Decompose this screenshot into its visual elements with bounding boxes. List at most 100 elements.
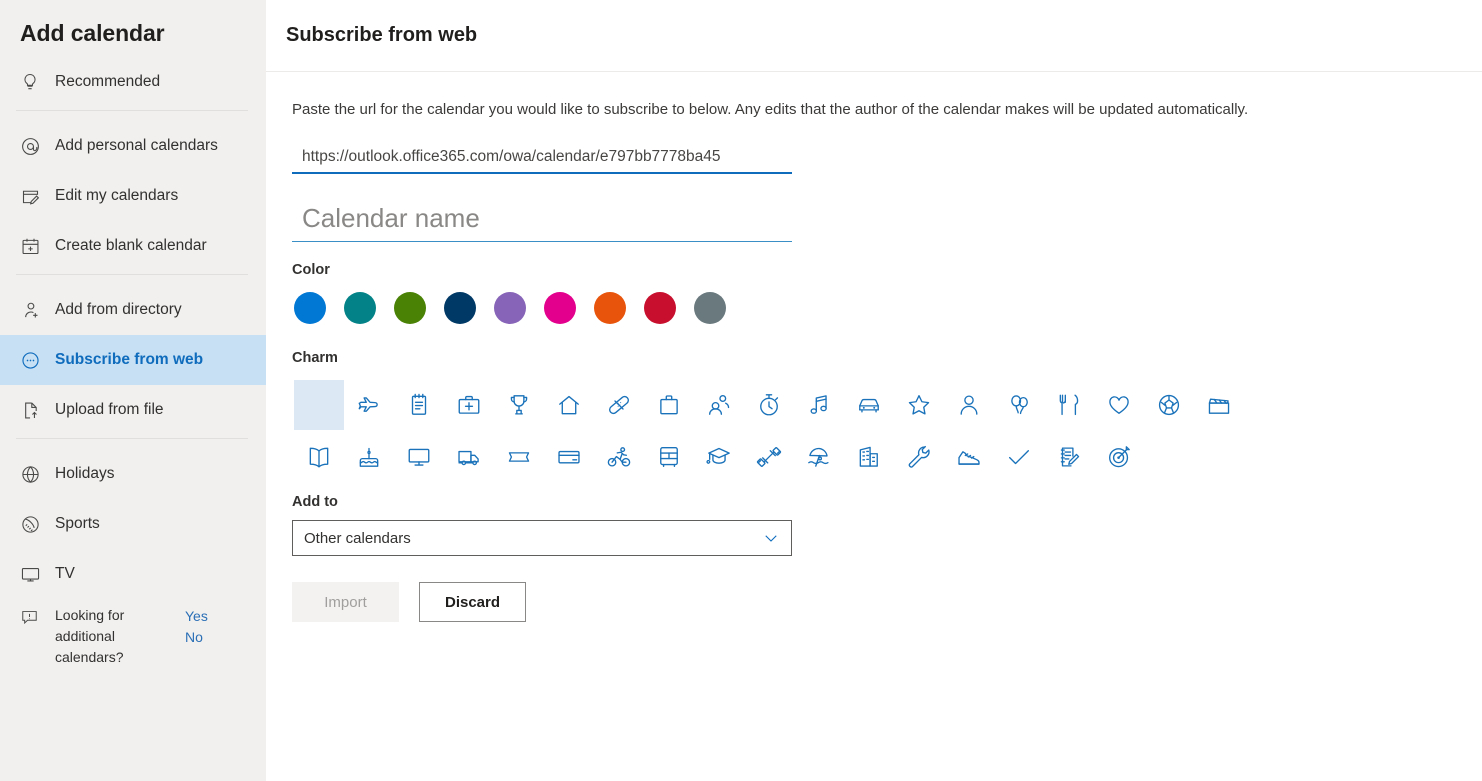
charm-cell-stopwatch-icon[interactable]	[744, 380, 794, 430]
sidebar-item-edit-my-calendars[interactable]: Edit my calendars	[0, 171, 266, 221]
nav-group-catalog: Holidays Sports TV	[0, 449, 266, 599]
charm-cell-fork-knife-icon[interactable]	[1044, 380, 1094, 430]
lightbulb-icon	[20, 71, 46, 93]
sidebar-item-label: Upload from file	[55, 401, 164, 418]
color-swatch-blue[interactable]	[294, 292, 326, 324]
charm-cell-star-icon[interactable]	[894, 380, 944, 430]
sports-ball-icon	[20, 513, 46, 535]
charm-cell-soccer-ball-icon[interactable]	[1144, 380, 1194, 430]
sidebar-divider-2	[16, 274, 248, 275]
sidebar-item-label: Holidays	[55, 465, 115, 482]
charm-cell-book-icon[interactable]	[294, 432, 344, 482]
sidebar-item-label: Add from directory	[55, 301, 182, 318]
feedback-icon	[20, 607, 46, 627]
feedback-prompt: Looking for additional calendars? Yes No	[0, 599, 266, 668]
sidebar-item-tv[interactable]: TV	[0, 549, 266, 599]
sidebar-item-label: Create blank calendar	[55, 237, 207, 254]
sidebar-item-subscribe-from-web[interactable]: Subscribe from web	[0, 335, 266, 385]
charm-cell-trophy-icon[interactable]	[494, 380, 544, 430]
charm-cell-dumbbell-icon[interactable]	[744, 432, 794, 482]
add-to-selected-value[interactable]: Other calendars	[292, 520, 792, 556]
feedback-links: Yes No	[185, 605, 208, 648]
intro-text: Paste the url for the calendar you would…	[292, 101, 1249, 118]
charm-section-label: Charm	[292, 350, 338, 366]
sidebar-item-holidays[interactable]: Holidays	[0, 449, 266, 499]
charm-cell-birthday-cake-icon[interactable]	[344, 432, 394, 482]
discard-button[interactable]: Discard	[419, 582, 526, 622]
color-swatch-navy[interactable]	[444, 292, 476, 324]
calendar-plus-icon	[20, 235, 46, 257]
at-sign-icon	[20, 135, 46, 157]
main-header: Subscribe from web	[266, 0, 1482, 72]
charm-cell-monitor-icon[interactable]	[394, 432, 444, 482]
charm-cell-target-icon[interactable]	[1094, 432, 1144, 482]
sidebar-divider-3	[16, 438, 248, 439]
color-section-label: Color	[292, 262, 330, 278]
color-swatch-red[interactable]	[644, 292, 676, 324]
feedback-yes-link[interactable]: Yes	[185, 606, 208, 627]
charm-cell-briefcase-icon[interactable]	[644, 380, 694, 430]
charm-cell-ticket-icon[interactable]	[494, 432, 544, 482]
sidebar-item-upload-from-file[interactable]: Upload from file	[0, 385, 266, 435]
color-swatch-green[interactable]	[394, 292, 426, 324]
charm-cell-people-icon[interactable]	[694, 380, 744, 430]
sidebar-item-label: Recommended	[55, 73, 161, 90]
charm-cell-beach-umbrella-icon[interactable]	[794, 432, 844, 482]
feedback-no-link[interactable]: No	[185, 627, 208, 648]
sidebar-item-label: Sports	[55, 515, 100, 532]
sidebar-item-add-personal-calendars[interactable]: Add personal calendars	[0, 121, 266, 171]
main-body: Paste the url for the calendar you would…	[266, 72, 1482, 622]
color-swatch-gray[interactable]	[694, 292, 726, 324]
color-swatch-magenta[interactable]	[544, 292, 576, 324]
import-button[interactable]: Import	[292, 582, 399, 622]
nav-group-sources: Add from directory Subscribe from web Up…	[0, 285, 266, 435]
color-swatch-purple[interactable]	[494, 292, 526, 324]
feedback-question: Looking for additional calendars?	[55, 607, 125, 665]
charm-cell-music-note-icon[interactable]	[794, 380, 844, 430]
television-icon	[20, 563, 46, 585]
charm-cell-sneaker-icon[interactable]	[944, 432, 994, 482]
color-swatch-orange[interactable]	[594, 292, 626, 324]
sidebar-divider-1	[16, 110, 248, 111]
charm-cell-home-icon[interactable]	[544, 380, 594, 430]
add-to-dropdown[interactable]: Other calendars	[292, 520, 792, 556]
charm-cell-truck-icon[interactable]	[444, 432, 494, 482]
charm-cell-checkmark-icon[interactable]	[994, 432, 1044, 482]
sidebar-item-label: Add personal calendars	[55, 137, 218, 154]
main-panel: Subscribe from web Paste the url for the…	[266, 0, 1482, 781]
charm-cell-bandage-icon[interactable]	[594, 380, 644, 430]
charm-cell-bus-icon[interactable]	[644, 432, 694, 482]
charm-cell-notepad-edit-icon[interactable]	[1044, 432, 1094, 482]
charm-cell-first-aid-kit-icon[interactable]	[444, 380, 494, 430]
action-buttons: Import Discard	[292, 582, 1462, 622]
color-swatch-teal[interactable]	[344, 292, 376, 324]
sidebar-item-sports[interactable]: Sports	[0, 499, 266, 549]
charm-cell-wrench-icon[interactable]	[894, 432, 944, 482]
charm-cell-balloons-icon[interactable]	[994, 380, 1044, 430]
sidebar-item-recommended[interactable]: Recommended	[0, 57, 266, 107]
charm-cell-clapperboard-icon[interactable]	[1194, 380, 1244, 430]
sidebar-title: Add calendar	[20, 20, 165, 46]
subscribe-icon	[20, 349, 46, 371]
sidebar-item-create-blank-calendar[interactable]: Create blank calendar	[0, 221, 266, 271]
charm-cell-none-charm-icon[interactable]	[294, 380, 344, 430]
add-to-label: Add to	[292, 494, 338, 510]
edit-calendar-icon	[20, 185, 46, 207]
charm-cell-credit-card-icon[interactable]	[544, 432, 594, 482]
charm-grid	[292, 380, 1462, 484]
charm-cell-cyclist-icon[interactable]	[594, 432, 644, 482]
sidebar-item-label: TV	[55, 565, 75, 582]
charm-cell-airplane-icon[interactable]	[344, 380, 394, 430]
sidebar: Add calendar Recommended Add personal ca…	[0, 0, 266, 781]
sidebar-item-label: Edit my calendars	[55, 187, 179, 204]
charm-cell-office-building-icon[interactable]	[844, 432, 894, 482]
sidebar-item-add-from-directory[interactable]: Add from directory	[0, 285, 266, 335]
file-upload-icon	[20, 399, 46, 421]
charm-cell-heart-icon[interactable]	[1094, 380, 1144, 430]
charm-cell-notepad-icon[interactable]	[394, 380, 444, 430]
charm-cell-graduation-cap-icon[interactable]	[694, 432, 744, 482]
charm-cell-person-icon[interactable]	[944, 380, 994, 430]
calendar-url-input[interactable]	[292, 147, 792, 174]
calendar-name-input[interactable]	[292, 198, 792, 242]
charm-cell-car-icon[interactable]	[844, 380, 894, 430]
